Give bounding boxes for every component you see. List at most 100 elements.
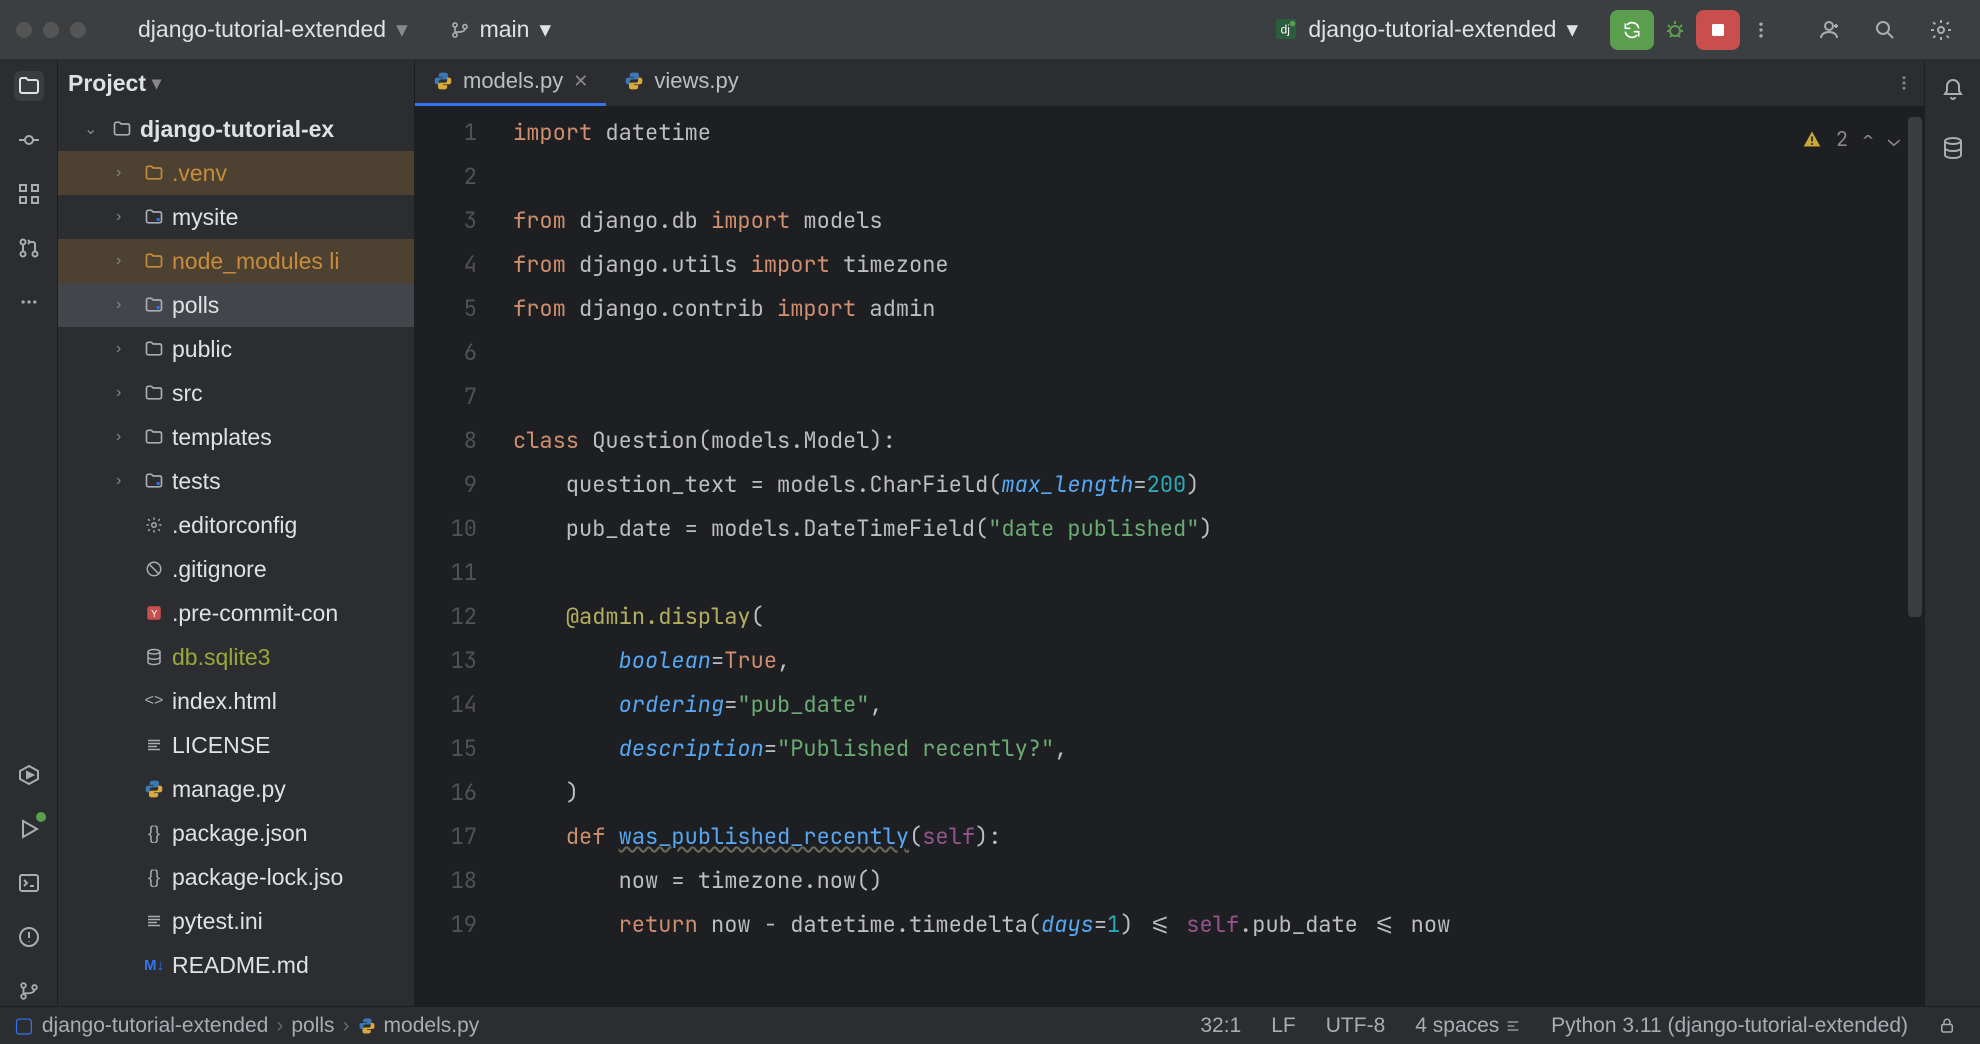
tree-arrow-icon[interactable]: › <box>116 252 136 270</box>
maximize-dot[interactable] <box>70 22 86 38</box>
tree-item[interactable]: ›templates <box>58 415 414 459</box>
breadcrumb-folder[interactable]: polls <box>291 1014 334 1038</box>
code-content[interactable]: import datetimefrom django.db import mod… <box>495 107 1924 1006</box>
tree-item-label: db.sqlite3 <box>172 644 270 671</box>
tree-arrow-icon[interactable]: › <box>116 296 136 314</box>
terminal-tool-icon[interactable] <box>14 868 44 898</box>
warning-icon <box>1802 129 1822 149</box>
line-ending[interactable]: LF <box>1261 1014 1306 1038</box>
run-button[interactable] <box>1610 10 1654 50</box>
file-encoding[interactable]: UTF-8 <box>1316 1014 1396 1038</box>
commit-tool-icon[interactable] <box>14 125 44 155</box>
warning-count: 2 <box>1836 117 1848 161</box>
editor-area: models.py✕ views.py 123456789101112131415… <box>415 59 1924 1006</box>
caret-position[interactable]: 32:1 <box>1190 1014 1251 1038</box>
branch-name: main <box>480 16 530 43</box>
tree-item[interactable]: ›tests <box>58 459 414 503</box>
tree-item-label: src <box>172 380 203 407</box>
services-tool-icon[interactable] <box>14 760 44 790</box>
tree-item[interactable]: M↓README.md <box>58 943 414 987</box>
tree-item[interactable]: ›mysite <box>58 195 414 239</box>
tree-item[interactable]: LICENSE <box>58 723 414 767</box>
project-tool-icon[interactable] <box>14 71 44 101</box>
folder-icon <box>142 339 166 359</box>
folder-src-icon <box>142 207 166 227</box>
project-tree[interactable]: ⌄django-tutorial-ex›.venv›mysite›node_mo… <box>58 107 414 1006</box>
tree-item[interactable]: .editorconfig <box>58 503 414 547</box>
editor-scrollbar[interactable] <box>1908 117 1922 617</box>
database-tool-icon[interactable] <box>1938 133 1968 163</box>
code-with-me-icon[interactable] <box>1816 17 1842 43</box>
html-icon: <> <box>142 692 166 710</box>
code-editor[interactable]: 12345678910111213141516171819 import dat… <box>415 107 1924 1006</box>
minimize-dot[interactable] <box>43 22 59 38</box>
settings-icon[interactable] <box>1928 17 1954 43</box>
python-icon <box>624 71 644 91</box>
structure-tool-icon[interactable] <box>14 179 44 209</box>
editor-tab[interactable]: models.py✕ <box>415 59 606 106</box>
tree-item-label: .pre-commit-con <box>172 600 338 627</box>
search-icon[interactable] <box>1872 17 1898 43</box>
prev-highlight-icon[interactable]: ⌃ <box>1862 117 1874 161</box>
tree-item[interactable]: {}package.json <box>58 811 414 855</box>
tree-arrow-icon[interactable]: ⌄ <box>84 119 104 139</box>
yaml-icon: Y <box>142 604 166 622</box>
python-interpreter[interactable]: Python 3.11 (django-tutorial-extended) <box>1541 1014 1918 1038</box>
breadcrumb-project[interactable]: django-tutorial-extended <box>42 1014 269 1038</box>
text-icon <box>142 736 166 754</box>
stop-button[interactable] <box>1696 10 1740 50</box>
run-tool-icon[interactable] <box>14 814 44 844</box>
inspection-widget[interactable]: 2 ⌃ ⌄ <box>1802 117 1900 161</box>
tree-item[interactable]: db.sqlite3 <box>58 635 414 679</box>
tree-arrow-icon[interactable]: › <box>116 208 136 226</box>
more-actions-icon[interactable] <box>1748 17 1774 43</box>
tree-item[interactable]: › node_modules li <box>58 239 414 283</box>
tree-item-label: polls <box>172 292 219 319</box>
tree-item[interactable]: pytest.ini <box>58 899 414 943</box>
tree-item[interactable]: <> index.html <box>58 679 414 723</box>
tree-arrow-icon[interactable]: › <box>116 340 136 358</box>
tree-item[interactable]: ›public <box>58 327 414 371</box>
tree-item[interactable]: › polls <box>58 283 414 327</box>
next-highlight-icon[interactable]: ⌄ <box>1888 117 1900 161</box>
editor-tab[interactable]: views.py <box>606 59 756 106</box>
chevron-down-icon: ▾ <box>152 73 161 94</box>
tree-arrow-icon[interactable]: › <box>116 472 136 490</box>
tree-item[interactable]: ›.venv <box>58 151 414 195</box>
tree-item-label: node_modules li <box>172 248 340 275</box>
git-branch-selector[interactable]: main ▾ <box>450 16 551 43</box>
run-config-name: django-tutorial-extended <box>1308 16 1556 43</box>
tree-item[interactable]: Y .pre-commit-con <box>58 591 414 635</box>
tree-arrow-icon[interactable]: › <box>116 384 136 402</box>
problems-tool-icon[interactable] <box>14 922 44 952</box>
tree-item[interactable]: ⌄django-tutorial-ex <box>58 107 414 151</box>
project-tool-title: Project <box>68 70 146 97</box>
tree-item-label: pytest.ini <box>172 908 263 935</box>
tab-label: views.py <box>654 68 738 94</box>
tree-item[interactable]: manage.py <box>58 767 414 811</box>
chevron-down-icon: ▾ <box>539 16 551 43</box>
project-selector[interactable]: django-tutorial-extended ▾ <box>138 16 408 43</box>
more-tools-icon[interactable] <box>14 287 44 317</box>
run-config-selector[interactable]: dj django-tutorial-extended ▾ <box>1276 16 1578 43</box>
close-tab-icon[interactable]: ✕ <box>573 71 588 92</box>
pull-requests-icon[interactable] <box>14 233 44 263</box>
vcs-tool-icon[interactable] <box>14 976 44 1006</box>
folder-icon <box>142 383 166 403</box>
tree-item[interactable]: › src <box>58 371 414 415</box>
readonly-toggle-icon[interactable] <box>1928 1017 1966 1035</box>
project-tool-header[interactable]: Project ▾ <box>58 59 414 107</box>
notifications-icon[interactable] <box>1938 75 1968 105</box>
debug-button[interactable] <box>1662 17 1688 43</box>
tree-arrow-icon[interactable]: › <box>116 164 136 182</box>
breadcrumbs[interactable]: ▢ django-tutorial-extended › polls › mod… <box>14 1013 479 1038</box>
tree-item[interactable]: .gitignore <box>58 547 414 591</box>
tree-item-label: index.html <box>172 688 277 715</box>
tree-item-label: LICENSE <box>172 732 270 759</box>
tabs-menu-icon[interactable] <box>1884 59 1924 106</box>
indent-setting[interactable]: 4 spaces <box>1405 1014 1531 1038</box>
close-dot[interactable] <box>16 22 32 38</box>
tree-item[interactable]: {}package-lock.jso <box>58 855 414 899</box>
tree-arrow-icon[interactable]: › <box>116 428 136 446</box>
breadcrumb-file[interactable]: models.py <box>384 1014 480 1038</box>
